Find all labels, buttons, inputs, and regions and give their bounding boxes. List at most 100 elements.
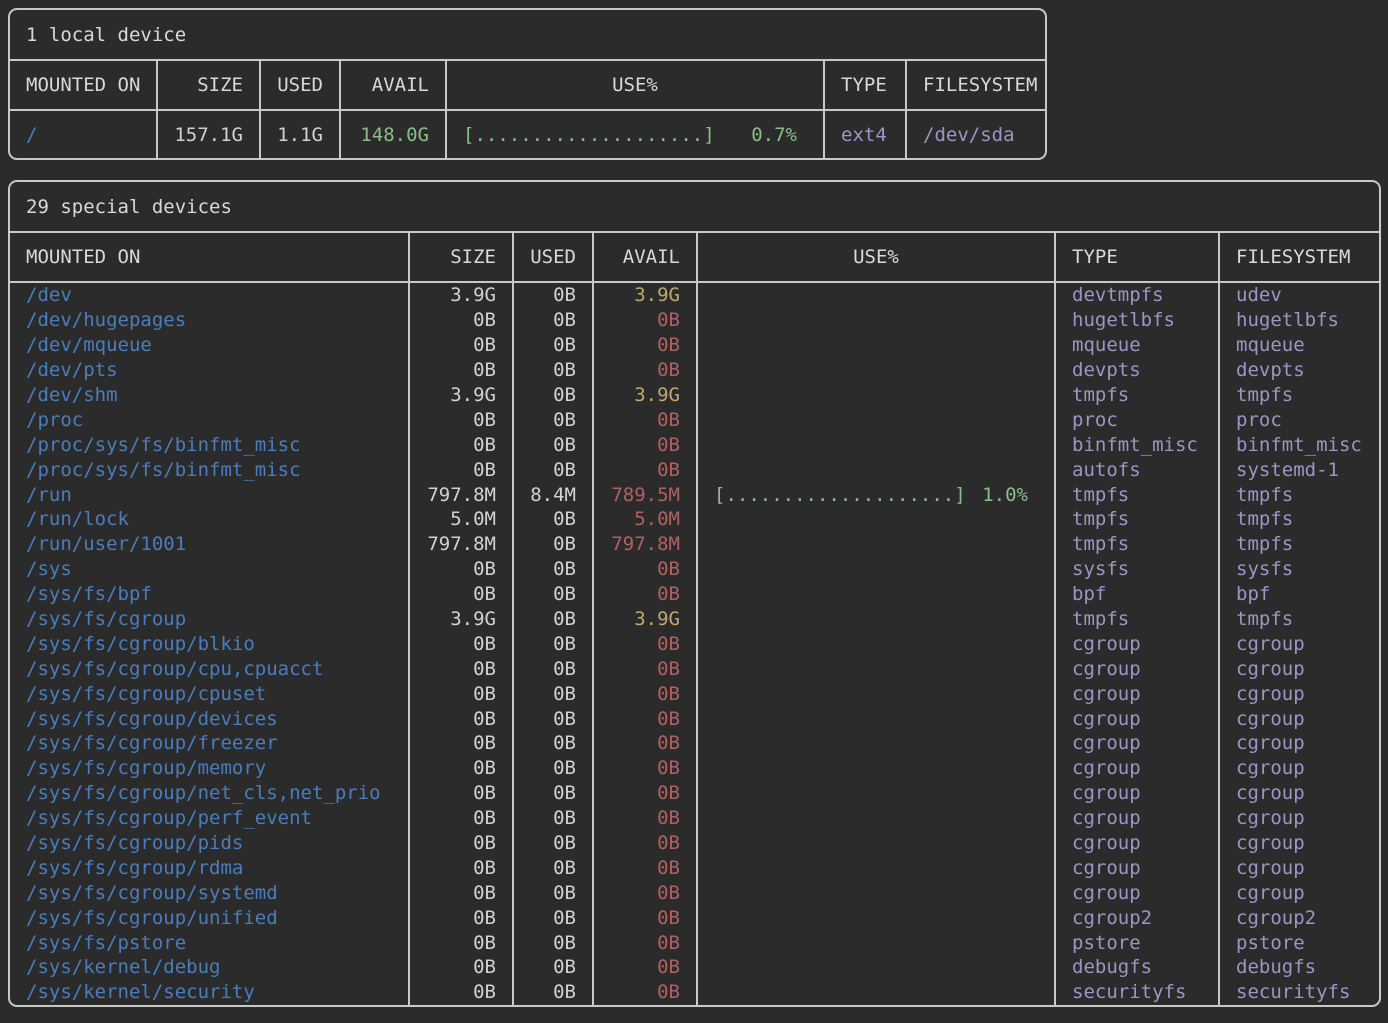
use-percent-cell <box>696 631 1054 656</box>
filesystem-cell: cgroup <box>1218 781 1379 806</box>
avail-cell: 3.9G <box>592 383 696 408</box>
used-cell: 1.1G <box>259 111 339 158</box>
filesystem-cell: tmpfs <box>1218 507 1379 532</box>
size-cell: 0B <box>408 731 512 756</box>
size-cell: 0B <box>408 831 512 856</box>
use-percent-cell <box>696 383 1054 408</box>
use-percent-cell <box>696 781 1054 806</box>
used-cell: 0B <box>512 980 592 1005</box>
mounted-on-cell: /dev/pts <box>10 358 408 383</box>
type-cell: cgroup <box>1054 855 1218 880</box>
mounted-on-cell: /sys/fs/cgroup/cpuset <box>10 681 408 706</box>
size-cell: 3.9G <box>408 607 512 632</box>
size-cell: 0B <box>408 333 512 358</box>
type-cell: tmpfs <box>1054 607 1218 632</box>
filesystem-cell: udev <box>1218 283 1379 308</box>
used-cell: 0B <box>512 955 592 980</box>
used-cell: 0B <box>512 383 592 408</box>
avail-cell: 0B <box>592 333 696 358</box>
mounted-on-cell: /sys/fs/cgroup/memory <box>10 756 408 781</box>
type-cell: cgroup <box>1054 656 1218 681</box>
size-cell: 0B <box>408 457 512 482</box>
use-percent-cell <box>696 831 1054 856</box>
table-body: / 157.1G 1.1G 148.0G [..................… <box>10 111 1045 158</box>
type-cell: debugfs <box>1054 955 1218 980</box>
use-percent-cell: [....................]0.7% <box>445 111 823 158</box>
type-cell: cgroup <box>1054 781 1218 806</box>
filesystem-cell: cgroup <box>1218 681 1379 706</box>
table-row: /sys/fs/cgroup/freezer 0B 0B 0B cgroup c… <box>10 731 1379 756</box>
use-percent-cell <box>696 855 1054 880</box>
mounted-on-cell: /sys/fs/cgroup/rdma <box>10 855 408 880</box>
size-cell: 0B <box>408 681 512 706</box>
used-cell: 0B <box>512 557 592 582</box>
filesystem-cell: cgroup <box>1218 631 1379 656</box>
type-cell: bpf <box>1054 582 1218 607</box>
mounted-on-cell: /sys/fs/cgroup/net_cls,net_prio <box>10 781 408 806</box>
usage-bar: [....................] <box>714 484 966 506</box>
use-percent-cell <box>696 308 1054 333</box>
use-percent-cell <box>696 880 1054 905</box>
avail-cell: 0B <box>592 905 696 930</box>
table-row: /sys/fs/cgroup/net_cls,net_prio 0B 0B 0B… <box>10 781 1379 806</box>
avail-cell: 0B <box>592 582 696 607</box>
column-header-mounted-on: MOUNTED ON <box>10 61 156 109</box>
use-percent-cell <box>696 681 1054 706</box>
table-row: /sys/fs/pstore 0B 0B 0B pstore pstore <box>10 930 1379 955</box>
size-cell: 0B <box>408 905 512 930</box>
avail-cell: 0B <box>592 432 696 457</box>
filesystem-cell: cgroup <box>1218 731 1379 756</box>
mounted-on-cell: /sys/kernel/debug <box>10 955 408 980</box>
table-row: /sys/fs/cgroup 3.9G 0B 3.9G tmpfs tmpfs <box>10 607 1379 632</box>
use-percent-cell <box>696 905 1054 930</box>
size-cell: 0B <box>408 930 512 955</box>
type-cell: tmpfs <box>1054 507 1218 532</box>
type-cell: mqueue <box>1054 333 1218 358</box>
used-cell: 0B <box>512 806 592 831</box>
avail-cell: 0B <box>592 955 696 980</box>
size-cell: 797.8M <box>408 482 512 507</box>
table-title: 29 special devices <box>10 182 1379 233</box>
mounted-on-cell: /sys/kernel/security <box>10 980 408 1005</box>
use-percent-cell <box>696 432 1054 457</box>
size-cell: 0B <box>408 308 512 333</box>
table-row: /run 797.8M 8.4M 789.5M [...............… <box>10 482 1379 507</box>
use-percent-cell <box>696 333 1054 358</box>
type-cell: cgroup2 <box>1054 905 1218 930</box>
avail-cell: 0B <box>592 930 696 955</box>
used-cell: 0B <box>512 631 592 656</box>
type-cell: pstore <box>1054 930 1218 955</box>
column-header-filesystem: FILESYSTEM <box>905 61 1045 109</box>
mounted-on-cell: /dev/shm <box>10 383 408 408</box>
mounted-on-cell: /dev <box>10 283 408 308</box>
used-cell: 0B <box>512 457 592 482</box>
type-cell: tmpfs <box>1054 383 1218 408</box>
filesystem-cell: cgroup <box>1218 706 1379 731</box>
avail-cell: 797.8M <box>592 532 696 557</box>
avail-cell: 0B <box>592 781 696 806</box>
used-cell: 0B <box>512 333 592 358</box>
table-row: /sys/fs/cgroup/systemd 0B 0B 0B cgroup c… <box>10 880 1379 905</box>
size-cell: 0B <box>408 631 512 656</box>
avail-cell: 0B <box>592 855 696 880</box>
used-cell: 0B <box>512 582 592 607</box>
filesystem-cell: tmpfs <box>1218 607 1379 632</box>
mounted-on-cell: /sys/fs/cgroup/unified <box>10 905 408 930</box>
column-header-size: SIZE <box>408 233 512 281</box>
type-cell: cgroup <box>1054 731 1218 756</box>
column-header-mounted-on: MOUNTED ON <box>10 233 408 281</box>
filesystem-cell: tmpfs <box>1218 482 1379 507</box>
size-cell: 0B <box>408 706 512 731</box>
use-percent-cell <box>696 756 1054 781</box>
avail-cell: 0B <box>592 706 696 731</box>
mounted-on-cell: /sys <box>10 557 408 582</box>
terminal-screen: 1 local device MOUNTED ONSIZEUSEDAVAILUS… <box>0 0 1388 1023</box>
size-cell: 3.9G <box>408 283 512 308</box>
filesystem-cell: pstore <box>1218 930 1379 955</box>
size-cell: 3.9G <box>408 383 512 408</box>
filesystem-cell: devpts <box>1218 358 1379 383</box>
mounted-on-cell: /run/lock <box>10 507 408 532</box>
table-row: /sys/kernel/debug 0B 0B 0B debugfs debug… <box>10 955 1379 980</box>
table-row: /sys/kernel/security 0B 0B 0B securityfs… <box>10 980 1379 1005</box>
use-percent-cell <box>696 582 1054 607</box>
